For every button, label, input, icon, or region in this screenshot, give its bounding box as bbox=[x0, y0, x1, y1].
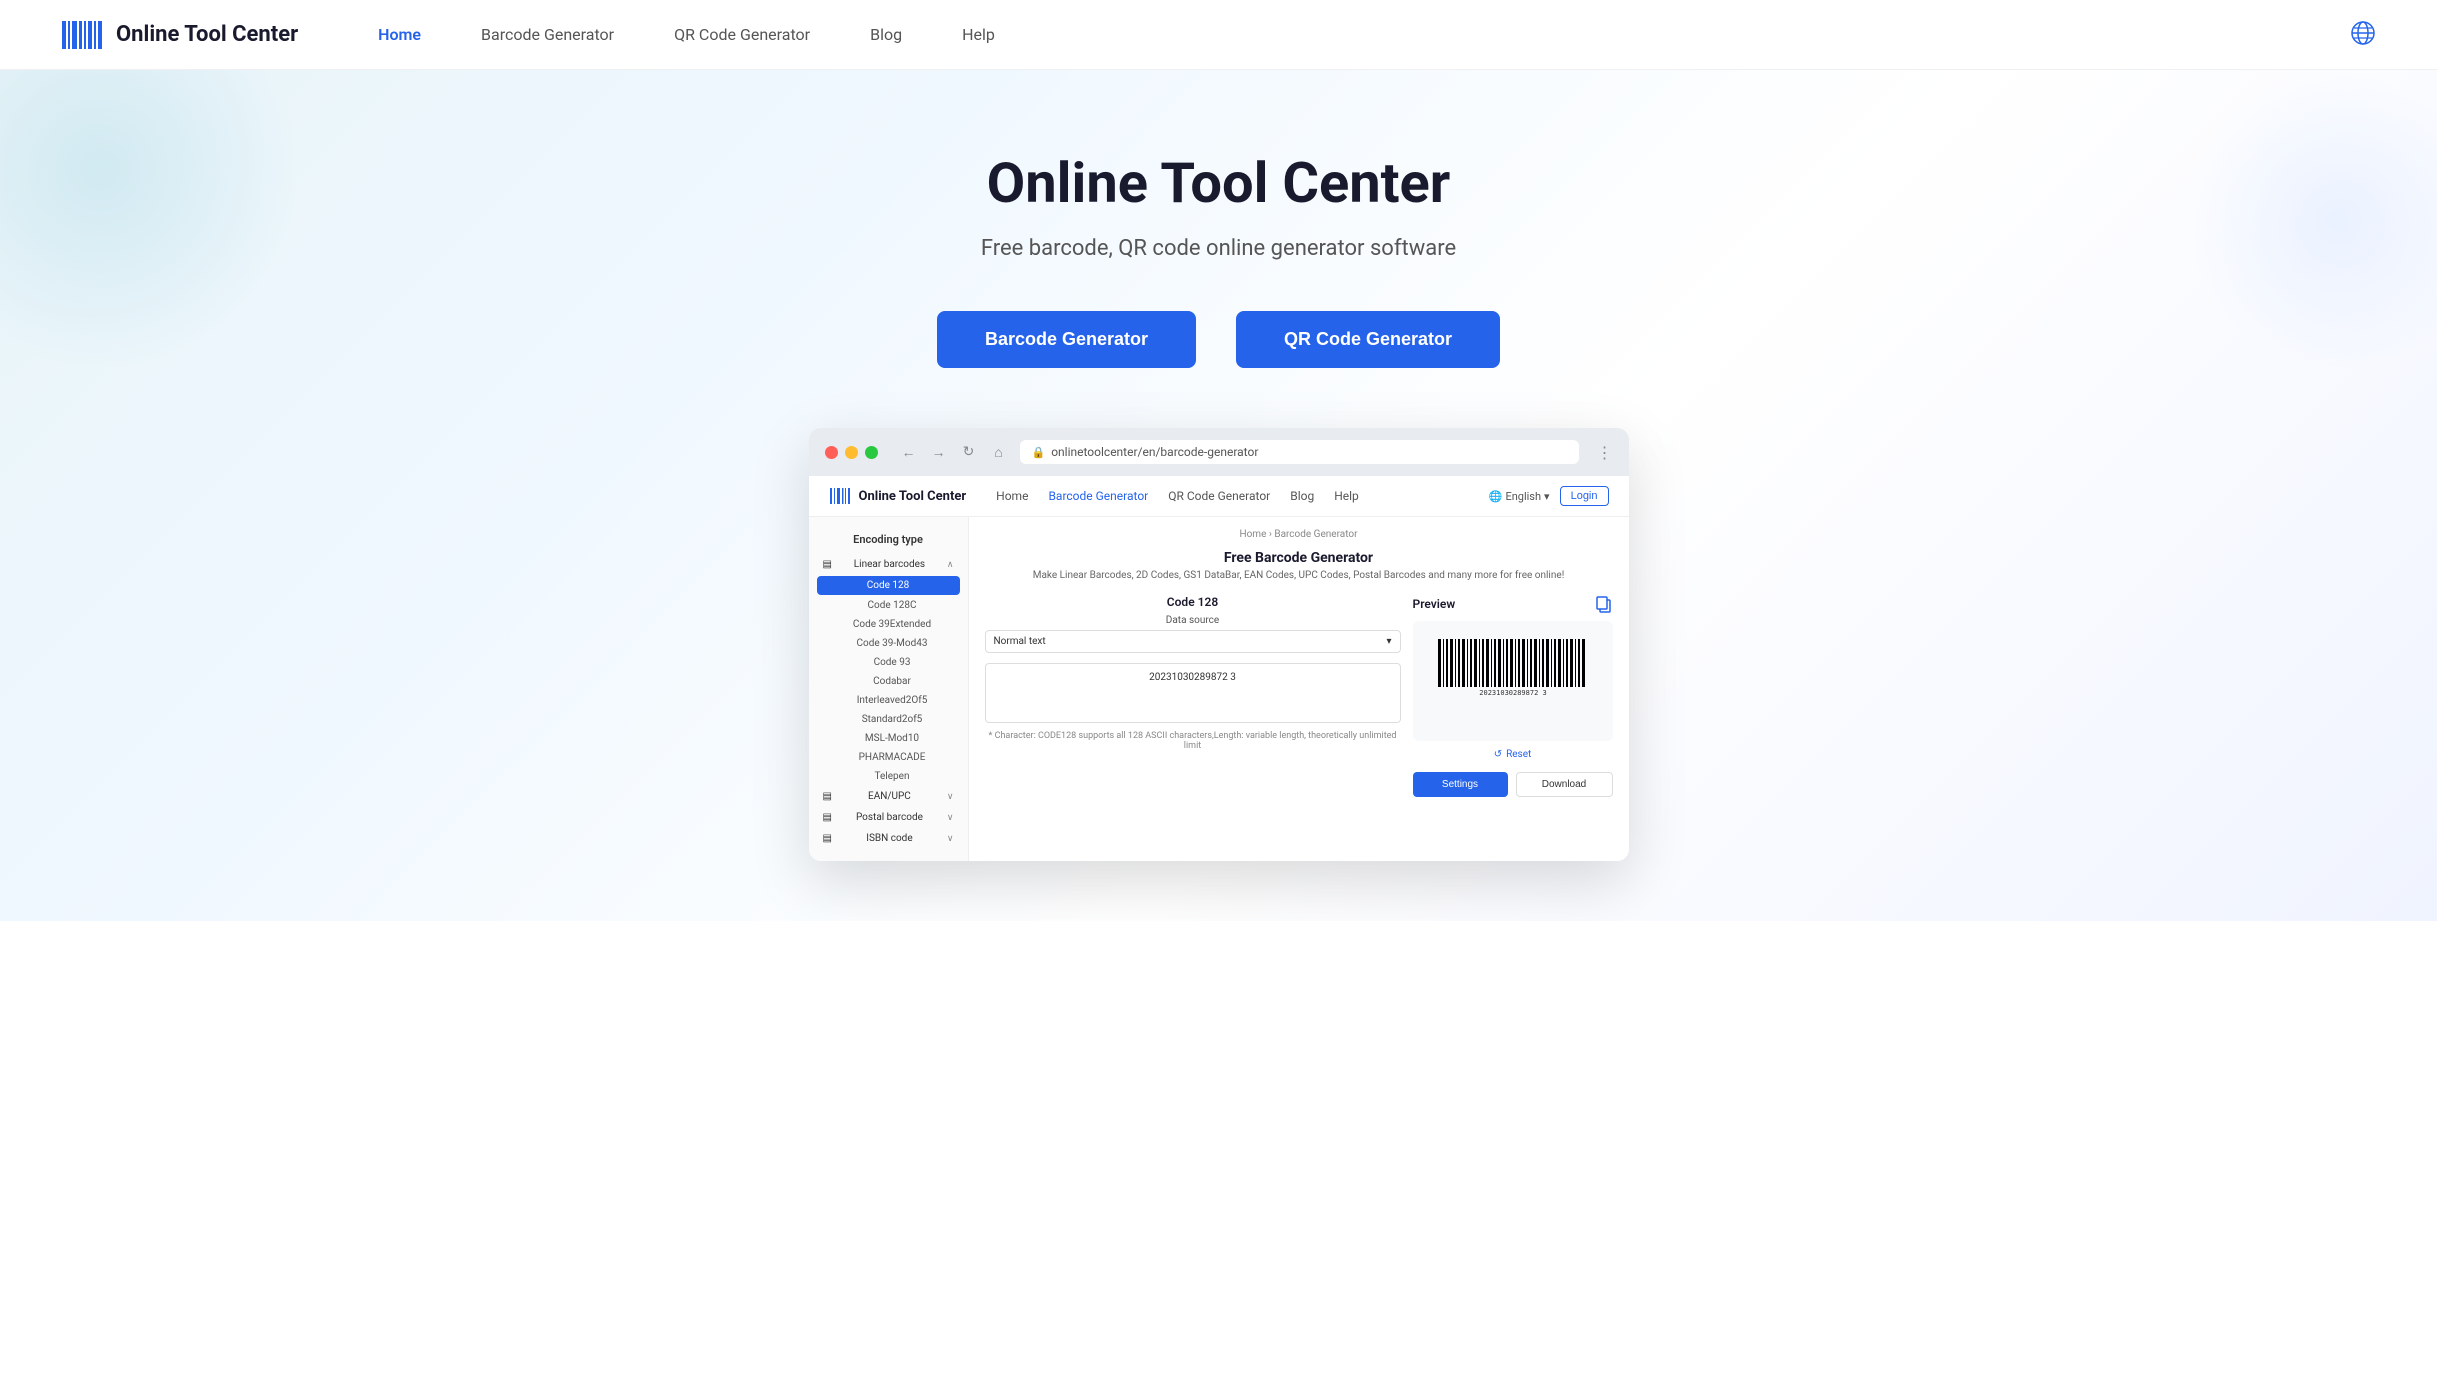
chevron-down-postal-icon: ∨ bbox=[947, 813, 954, 823]
settings-button[interactable]: Settings bbox=[1413, 772, 1508, 797]
nav-help[interactable]: Help bbox=[962, 25, 995, 44]
sidebar-item-code39ext[interactable]: Code 39Extended bbox=[809, 615, 968, 634]
main-nav: Home Barcode Generator QR Code Generator… bbox=[378, 25, 2349, 44]
browser-mockup: ← → ↻ ⌂ 🔒 onlinetoolcenter/en/barcode-ge… bbox=[809, 428, 1629, 861]
sidebar-item-codabar[interactable]: Codabar bbox=[809, 672, 968, 691]
main-header: Online Tool Center Home Barcode Generato… bbox=[0, 0, 2437, 70]
preview-box: 20231030289872 3 bbox=[1413, 621, 1613, 741]
inner-nav-home[interactable]: Home bbox=[996, 489, 1028, 503]
logo-icon bbox=[60, 13, 104, 57]
hero-subtitle: Free barcode, QR code online generator s… bbox=[40, 236, 2397, 261]
inner-logo-text: Online Tool Center bbox=[859, 489, 967, 504]
inner-site: Online Tool Center Home Barcode Generato… bbox=[809, 476, 1629, 861]
hero-buttons: Barcode Generator QR Code Generator bbox=[40, 311, 2397, 368]
inner-logo-icon bbox=[829, 484, 853, 508]
reset-button[interactable]: ↺ Reset bbox=[1413, 749, 1613, 760]
right-panel: Preview bbox=[1413, 595, 1613, 797]
encoding-type-label: Encoding type bbox=[809, 529, 968, 554]
sidebar-item-code93[interactable]: Code 93 bbox=[809, 653, 968, 672]
chevron-down-isbn-icon: ∨ bbox=[947, 834, 954, 844]
postal-cat-icon: ▤ bbox=[823, 812, 832, 823]
url-text: onlinetoolcenter/en/barcode-generator bbox=[1051, 445, 1258, 459]
traffic-lights bbox=[825, 446, 878, 459]
lock-icon: 🔒 bbox=[1032, 446, 1046, 459]
traffic-light-yellow[interactable] bbox=[845, 446, 858, 459]
breadcrumb: Home › Barcode Generator bbox=[985, 529, 1613, 540]
nav-qr[interactable]: QR Code Generator bbox=[674, 25, 810, 44]
data-source-label: Data source bbox=[985, 615, 1401, 626]
page-title: Free Barcode Generator bbox=[985, 550, 1613, 566]
sidebar-category-ean[interactable]: ▤ EAN/UPC ∨ bbox=[809, 786, 968, 807]
chevron-down-ean-icon: ∨ bbox=[947, 792, 954, 802]
svg-text:20231030289872 3: 20231030289872 3 bbox=[1479, 689, 1546, 697]
back-button[interactable]: ← bbox=[898, 441, 920, 463]
copy-icon[interactable] bbox=[1595, 595, 1613, 613]
hero-section: Online Tool Center Free barcode, QR code… bbox=[0, 70, 2437, 921]
sidebar-item-standard2of5[interactable]: Standard2of5 bbox=[809, 710, 968, 729]
inner-sidebar: Encoding type ▤ Linear barcodes ∧ Code 1… bbox=[809, 517, 969, 861]
address-bar[interactable]: 🔒 onlinetoolcenter/en/barcode-generator bbox=[1020, 440, 1579, 464]
inner-header-right: 🌐 English ▾ Login bbox=[1489, 486, 1609, 506]
globe-icon[interactable] bbox=[2349, 19, 2377, 47]
nav-barcode[interactable]: Barcode Generator bbox=[481, 25, 614, 44]
sidebar-item-telepen[interactable]: Telepen bbox=[809, 767, 968, 786]
chevron-up-icon: ∧ bbox=[947, 560, 954, 570]
sidebar-item-msl[interactable]: MSL-Mod10 bbox=[809, 729, 968, 748]
inner-nav: Home Barcode Generator QR Code Generator… bbox=[996, 489, 1359, 503]
sidebar-category-isbn[interactable]: ▤ ISBN code ∨ bbox=[809, 828, 968, 849]
code-label: Code 128 bbox=[985, 595, 1401, 609]
qr-generator-button[interactable]: QR Code Generator bbox=[1236, 311, 1500, 368]
header-right bbox=[2349, 19, 2377, 51]
browser-nav: ← → ↻ ⌂ bbox=[898, 441, 1010, 463]
inner-nav-help[interactable]: Help bbox=[1334, 489, 1359, 503]
reload-button[interactable]: ↻ bbox=[958, 441, 980, 463]
sidebar-item-pharmacade[interactable]: PHARMACADE bbox=[809, 748, 968, 767]
tool-area: Code 128 Data source Normal text ▾ 20231… bbox=[985, 595, 1613, 797]
hero-title: Online Tool Center bbox=[40, 150, 2397, 216]
sidebar-item-code128c[interactable]: Code 128C bbox=[809, 596, 968, 615]
data-source-select[interactable]: Normal text ▾ bbox=[985, 630, 1401, 653]
inner-login-button[interactable]: Login bbox=[1560, 486, 1609, 506]
logo-link[interactable]: Online Tool Center bbox=[60, 13, 298, 57]
reset-icon: ↺ bbox=[1494, 749, 1502, 760]
preview-header: Preview bbox=[1413, 595, 1613, 613]
sidebar-item-interleaved[interactable]: Interleaved2Of5 bbox=[809, 691, 968, 710]
character-note: * Character: CODE128 supports all 128 AS… bbox=[985, 731, 1401, 751]
inner-header: Online Tool Center Home Barcode Generato… bbox=[809, 476, 1629, 517]
sidebar-item-code39mod[interactable]: Code 39-Mod43 bbox=[809, 634, 968, 653]
inner-nav-barcode[interactable]: Barcode Generator bbox=[1048, 489, 1148, 503]
traffic-light-green[interactable] bbox=[865, 446, 878, 459]
preview-title: Preview bbox=[1413, 597, 1456, 611]
browser-menu-button[interactable]: ⋮ bbox=[1597, 443, 1613, 462]
page-description: Make Linear Barcodes, 2D Codes, GS1 Data… bbox=[985, 570, 1613, 581]
inner-language-selector[interactable]: 🌐 English ▾ bbox=[1489, 490, 1550, 503]
home-button[interactable]: ⌂ bbox=[988, 441, 1010, 463]
browser-chrome: ← → ↻ ⌂ 🔒 onlinetoolcenter/en/barcode-ge… bbox=[809, 428, 1629, 476]
nav-blog[interactable]: Blog bbox=[870, 25, 902, 44]
sidebar-category-postal[interactable]: ▤ Postal barcode ∨ bbox=[809, 807, 968, 828]
forward-button[interactable]: → bbox=[928, 441, 950, 463]
sidebar-item-code128[interactable]: Code 128 bbox=[817, 576, 960, 595]
barcode-generator-button[interactable]: Barcode Generator bbox=[937, 311, 1196, 368]
download-button[interactable]: Download bbox=[1516, 772, 1613, 797]
linear-cat-icon: ▤ bbox=[823, 559, 832, 570]
traffic-light-red[interactable] bbox=[825, 446, 838, 459]
action-buttons: Settings Download bbox=[1413, 772, 1613, 797]
inner-nav-blog[interactable]: Blog bbox=[1290, 489, 1314, 503]
inner-logo: Online Tool Center bbox=[829, 484, 967, 508]
barcode-input[interactable]: 20231030289872 3 bbox=[985, 663, 1401, 723]
logo-text: Online Tool Center bbox=[116, 22, 298, 47]
barcode-preview: 20231030289872 3 bbox=[1433, 637, 1593, 697]
inner-main-panel: Home › Barcode Generator Free Barcode Ge… bbox=[969, 517, 1629, 861]
ean-cat-icon: ▤ bbox=[823, 791, 832, 802]
sidebar-category-linear[interactable]: ▤ Linear barcodes ∧ bbox=[809, 554, 968, 575]
nav-home[interactable]: Home bbox=[378, 25, 421, 44]
isbn-cat-icon: ▤ bbox=[823, 833, 832, 844]
inner-content: Encoding type ▤ Linear barcodes ∧ Code 1… bbox=[809, 517, 1629, 861]
inner-nav-qr[interactable]: QR Code Generator bbox=[1168, 489, 1270, 503]
left-panel: Code 128 Data source Normal text ▾ 20231… bbox=[985, 595, 1401, 797]
select-chevron-icon: ▾ bbox=[1386, 636, 1391, 647]
